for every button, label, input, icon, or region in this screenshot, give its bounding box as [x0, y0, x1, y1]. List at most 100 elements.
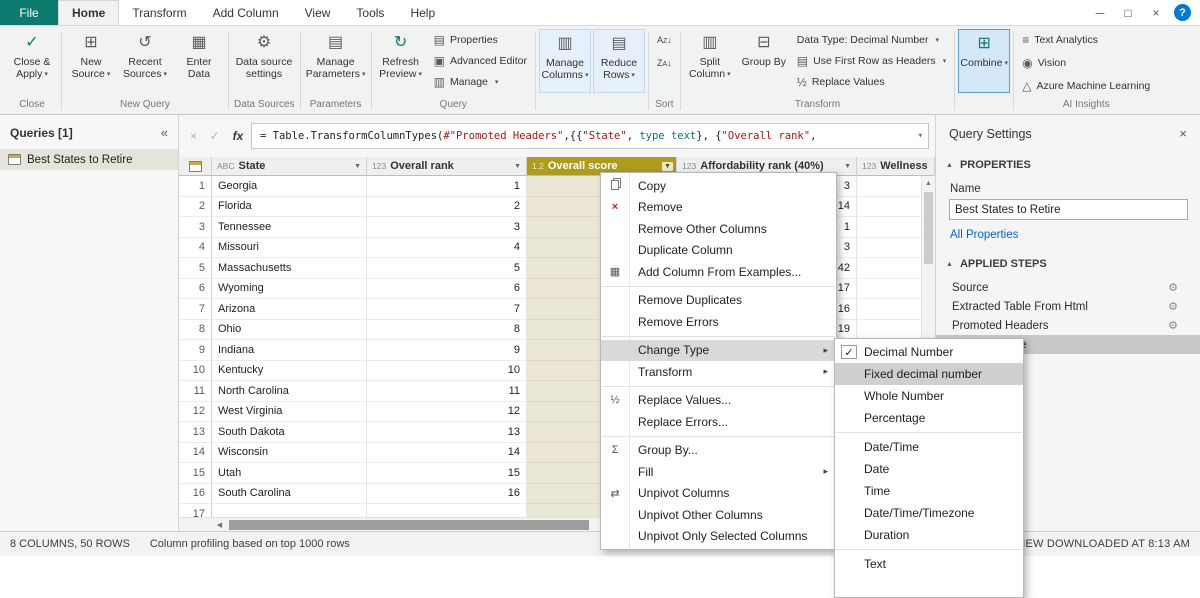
submenu-item-date[interactable]: Date: [835, 458, 1023, 480]
submenu-item-text[interactable]: Text: [835, 553, 1023, 575]
submenu-item-decimal-number[interactable]: ✓Decimal Number: [835, 341, 1023, 363]
horizontal-scroll-thumb[interactable]: [229, 520, 589, 530]
split-column-button[interactable]: ▥ Split Column▾: [684, 29, 736, 93]
data-type-button[interactable]: Data Type: Decimal Number▾: [792, 29, 944, 50]
tab-add-column[interactable]: Add Column: [200, 0, 292, 25]
cell-overall-rank[interactable]: 3: [367, 217, 527, 238]
row-number-cell[interactable]: 1: [179, 176, 212, 197]
cell-state[interactable]: Kentucky: [212, 361, 367, 382]
cell-overall-rank[interactable]: 5: [367, 258, 527, 279]
scroll-left-icon[interactable]: ◀: [212, 521, 227, 529]
row-number-cell[interactable]: 9: [179, 340, 212, 361]
cell-overall-rank[interactable]: 10: [367, 361, 527, 382]
submenu-item-whole-number[interactable]: Whole Number: [835, 385, 1023, 407]
cancel-formula-icon[interactable]: ×: [183, 129, 204, 143]
manage-button[interactable]: ▥Manage▾: [429, 71, 504, 92]
commit-formula-icon[interactable]: ✓: [204, 129, 225, 143]
close-window-button[interactable]: ×: [1142, 0, 1170, 25]
row-number-cell[interactable]: 14: [179, 443, 212, 464]
menu-item-remove-other-columns[interactable]: Remove Other Columns: [601, 218, 836, 240]
menu-item-unpivot-only-selected-columns[interactable]: Unpivot Only Selected Columns: [601, 526, 836, 548]
use-first-row-as-headers-button[interactable]: ▤ Use First Row as Headers▾: [792, 50, 951, 71]
row-number-cell[interactable]: 2: [179, 197, 212, 218]
properties-section-header[interactable]: ▲ PROPERTIES: [936, 154, 1200, 176]
status-column-profiling[interactable]: Column profiling based on top 1000 rows: [150, 538, 350, 550]
vision-button[interactable]: ◉Vision: [1017, 52, 1071, 73]
query-item-best-states-to-retire[interactable]: Best States to Retire: [0, 149, 178, 170]
close-apply-button[interactable]: ✓ Close & Apply▾: [6, 29, 58, 93]
filter-button[interactable]: ▼: [842, 162, 853, 171]
tab-help[interactable]: Help: [397, 0, 448, 25]
expand-formula-icon[interactable]: ▾: [918, 131, 923, 141]
row-number-cell[interactable]: 6: [179, 279, 212, 300]
azure-machine-learning-button[interactable]: △Azure Machine Learning: [1017, 75, 1155, 96]
cell-overall-rank[interactable]: 11: [367, 381, 527, 402]
cell-state[interactable]: Missouri: [212, 238, 367, 259]
cell-state[interactable]: South Carolina: [212, 484, 367, 505]
cell-state[interactable]: North Carolina: [212, 381, 367, 402]
row-number-cell[interactable]: 3: [179, 217, 212, 238]
menu-item-change-type[interactable]: Change Type▸: [601, 340, 836, 362]
row-number-cell[interactable]: 4: [179, 238, 212, 259]
file-tab[interactable]: File: [0, 0, 58, 25]
reduce-rows-button[interactable]: ▤ Reduce Rows▾: [593, 29, 645, 93]
manage-columns-button[interactable]: ▥ Manage Columns▾: [539, 29, 591, 93]
row-number-cell[interactable]: 12: [179, 402, 212, 423]
applied-steps-section-header[interactable]: ▲ APPLIED STEPS: [936, 253, 1200, 275]
submenu-item-date-time[interactable]: Date/Time: [835, 436, 1023, 458]
cell-overall-rank[interactable]: 9: [367, 340, 527, 361]
table-corner-button[interactable]: [179, 157, 212, 176]
submenu-item-date-time-timezone[interactable]: Date/Time/Timezone: [835, 502, 1023, 524]
help-button[interactable]: ?: [1174, 4, 1191, 21]
row-number-cell[interactable]: 13: [179, 422, 212, 443]
cell-overall-rank[interactable]: 12: [367, 402, 527, 423]
recent-sources-button[interactable]: ↺ Recent Sources▾: [119, 29, 171, 93]
menu-item-group-by[interactable]: ΣGroup By...: [601, 440, 836, 462]
filter-button[interactable]: ▼: [512, 162, 523, 171]
cell-overall-rank[interactable]: 4: [367, 238, 527, 259]
cell-overall-rank[interactable]: 1: [367, 176, 527, 197]
row-number-cell[interactable]: 8: [179, 320, 212, 341]
column-header-overall-rank[interactable]: 123 Overall rank ▼: [367, 157, 527, 176]
combine-button[interactable]: ⊞ Combine▾: [958, 29, 1010, 93]
applied-step-promoted-headers[interactable]: Promoted Headers⚙: [936, 316, 1200, 335]
row-number-cell[interactable]: 11: [179, 381, 212, 402]
sort-ascending-button[interactable]: AZ↓: [652, 29, 677, 50]
menu-item-remove[interactable]: ×Remove: [601, 197, 836, 219]
cell-state[interactable]: Florida: [212, 197, 367, 218]
filter-button[interactable]: ▼: [352, 162, 363, 171]
cell-overall-rank[interactable]: 7: [367, 299, 527, 320]
cell-state[interactable]: West Virginia: [212, 402, 367, 423]
cell-overall-rank[interactable]: 2: [367, 197, 527, 218]
cell-overall-rank[interactable]: 6: [367, 279, 527, 300]
cell-state[interactable]: Tennessee: [212, 217, 367, 238]
scroll-up-icon[interactable]: ▲: [922, 176, 935, 191]
replace-values-button[interactable]: ½ Replace Values: [792, 71, 890, 92]
collapse-panel-icon[interactable]: «: [161, 125, 168, 140]
row-number-cell[interactable]: 16: [179, 484, 212, 505]
advanced-editor-button[interactable]: ▣Advanced Editor: [429, 50, 532, 71]
filter-button[interactable]: ▼: [662, 162, 673, 171]
minimize-button[interactable]: ─: [1086, 0, 1114, 25]
column-header-wellness[interactable]: 123 Wellness: [857, 157, 935, 176]
submenu-item-duration[interactable]: Duration: [835, 524, 1023, 546]
formula-input[interactable]: = Table.TransformColumnTypes(#"Promoted …: [251, 123, 929, 149]
cell-state[interactable]: Indiana: [212, 340, 367, 361]
menu-item-remove-errors[interactable]: Remove Errors: [601, 311, 836, 333]
row-number-cell[interactable]: 15: [179, 463, 212, 484]
tab-view[interactable]: View: [292, 0, 344, 25]
group-by-button[interactable]: ⊟ Group By: [738, 29, 790, 93]
tab-transform[interactable]: Transform: [119, 0, 199, 25]
cell-state[interactable]: South Dakota: [212, 422, 367, 443]
cell-overall-rank[interactable]: 13: [367, 422, 527, 443]
cell-state[interactable]: Utah: [212, 463, 367, 484]
menu-item-copy[interactable]: Copy: [601, 175, 836, 197]
all-properties-link[interactable]: All Properties: [936, 220, 1200, 253]
gear-icon[interactable]: ⚙: [1168, 319, 1178, 332]
cell-state[interactable]: Wyoming: [212, 279, 367, 300]
gear-icon[interactable]: ⚙: [1168, 281, 1178, 294]
applied-step-source[interactable]: Source⚙: [936, 278, 1200, 297]
cell-overall-rank[interactable]: 14: [367, 443, 527, 464]
menu-item-replace-values[interactable]: ½Replace Values...: [601, 390, 836, 412]
tab-tools[interactable]: Tools: [343, 0, 397, 25]
